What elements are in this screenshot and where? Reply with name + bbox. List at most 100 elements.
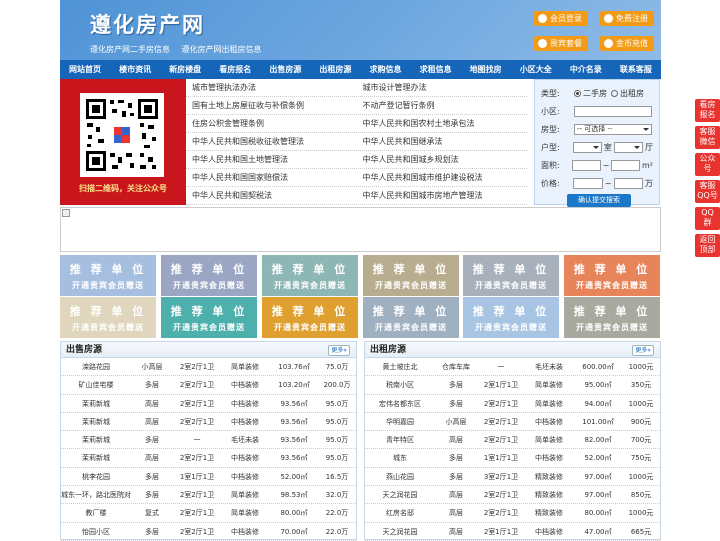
listing-community[interactable]: 茉莉新城 [61,449,131,466]
policy-link[interactable]: 城市管理执法办法 [186,79,357,96]
sidebar-official-account[interactable]: 公众号 [695,153,720,176]
subtitle-link-sale[interactable]: 遵化房产网二手房信息 [90,45,170,54]
listing-community[interactable]: 茉莉新城 [61,413,131,430]
table-row[interactable]: 燕山花园 多层 3室2厅1卫 精致装修 97.00㎡ 1000元 [365,468,660,487]
listing-community[interactable]: 红房名邸 [365,504,435,521]
listing-community[interactable]: 城东 [365,449,435,466]
table-row[interactable]: 城东 多层 1室1厅1卫 中档装修 52.00㎡ 750元 [365,449,660,468]
nav-agents[interactable]: 中介名录 [561,60,611,79]
nav-map[interactable]: 地图找房 [461,60,511,79]
policy-link[interactable]: 中华人民共和国税收征收管理法 [186,133,357,150]
policy-link[interactable]: 城市设计管理办法 [357,79,528,96]
ad-banner[interactable] [60,207,661,252]
table-row[interactable]: 天之润花园 高层 2室1厅1卫 中档装修 47.00㎡ 665元 [365,523,660,541]
sidebar-viewing-signup[interactable]: 看房 报名 [695,99,720,122]
site-logo[interactable]: 遵化房产网 [90,9,205,39]
policy-link[interactable]: 中华人民共和国城乡规划法 [357,151,528,168]
ad-slot[interactable]: 推 荐 单 位开通贵宾会员赠送 [564,255,660,296]
nav-contact[interactable]: 联系客服 [611,60,661,79]
table-row[interactable]: 矿山佳宅楼 多层 2室2厅1卫 中档装修 103.20㎡ 200.0万 [61,376,356,395]
table-row[interactable]: 怡园小区 多层 2室2厅1卫 中档装修 70.00㎡ 22.0万 [61,523,356,541]
listing-community[interactable]: 桃李花园 [61,468,131,485]
vip-package-button[interactable]: 贵宾套餐 [534,36,588,51]
ad-slot[interactable]: 推 荐 单 位开通贵宾会员赠送 [463,297,559,338]
listing-community[interactable]: 天之润花园 [365,523,435,540]
table-row[interactable]: 城东一环，路北医院对 多层 2室2厅1卫 简单装修 98.53㎡ 32.0万 [61,486,356,505]
policy-link[interactable]: 中华人民共和国城市维护建设税法 [357,169,528,186]
ad-slot[interactable]: 推 荐 单 位开通贵宾会员赠送 [60,255,156,296]
policy-link[interactable]: 国有土地上房屋征收与补偿条例 [186,97,357,114]
listing-community[interactable]: 茉莉新城 [61,395,131,412]
policy-link[interactable]: 中华人民共和国继承法 [357,133,528,150]
table-row[interactable]: 茉莉新城 多层 一 毛坯未装 93.56㎡ 95.0万 [61,431,356,450]
sidebar-service-qq[interactable]: 客服 QQ号 [695,180,720,203]
ad-slot[interactable]: 推 荐 单 位开通贵宾会员赠送 [262,255,358,296]
register-button[interactable]: 免费注册 [600,11,654,26]
radio-rental[interactable] [611,89,618,97]
table-row[interactable]: 桃李花园 多层 1室1厅1卫 中档装修 52.00㎡ 16.5万 [61,468,356,487]
community-input[interactable] [574,105,652,117]
ad-slot[interactable]: 推 荐 单 位开通贵宾会员赠送 [262,297,358,338]
table-row[interactable]: 税南小区 多层 2室1厅1卫 简单装修 95.00㎡ 350元 [365,376,660,395]
search-submit-button[interactable]: 确认提交搜索 [567,194,631,207]
area-max-input[interactable] [611,159,640,171]
policy-link[interactable]: 中华人民共和国国家赔偿法 [186,169,357,186]
policy-link[interactable]: 中华人民共和国土地管理法 [186,151,357,168]
nav-viewing-signup[interactable]: 看房报名 [210,60,260,79]
listing-community[interactable]: 教厂楼 [61,504,131,521]
policy-link[interactable]: 住房公积金管理条例 [186,115,357,132]
listing-community[interactable]: 滦路花园 [61,358,131,375]
table-row[interactable]: 青年特区 高层 2室2厅1卫 简单装修 82.00㎡ 700元 [365,431,660,450]
ad-slot[interactable]: 推 荐 单 位开通贵宾会员赠送 [363,297,459,338]
listing-community[interactable]: 华明嘉园 [365,413,435,430]
member-login-button[interactable]: 会员登录 [534,11,588,26]
rent-more-link[interactable]: 更多» [632,345,654,356]
hall-select[interactable] [613,141,643,153]
ad-slot[interactable]: 推 荐 单 位开通贵宾会员赠送 [161,297,257,338]
policy-link[interactable]: 中华人民共和国城市房地产管理法 [357,187,528,204]
nav-communities[interactable]: 小区大全 [511,60,561,79]
table-row[interactable]: 教厂楼 复式 2室2厅1卫 简单装修 80.00㎡ 22.0万 [61,504,356,523]
nav-news[interactable]: 楼市资讯 [110,60,160,79]
listing-community[interactable]: 怡园小区 [61,523,131,540]
listing-community[interactable]: 城东一环，路北医院对 [61,486,131,503]
nav-for-sale[interactable]: 出售房源 [260,60,310,79]
ad-slot[interactable]: 推 荐 单 位开通贵宾会员赠送 [463,255,559,296]
listing-community[interactable]: 茉莉新城 [61,431,131,448]
subtitle-link-rent[interactable]: 遵化房产网出租房信息 [182,45,262,54]
listing-community[interactable]: 天之润花园 [365,486,435,503]
table-row[interactable]: 红房名邸 高层 2室2厅1卫 精致装修 80.00㎡ 1000元 [365,504,660,523]
price-min-input[interactable] [573,177,603,189]
house-type-select[interactable]: -- 可选择 -- [574,123,652,135]
table-row[interactable]: 华明嘉园 小高层 2室2厅1卫 中档装修 101.00㎡ 900元 [365,413,660,432]
nav-want-rent[interactable]: 求租信息 [411,60,461,79]
listing-community[interactable]: 税南小区 [365,376,435,393]
listing-community[interactable]: 燕山花园 [365,468,435,485]
table-row[interactable]: 茉莉新城 高层 2室2厅1卫 中档装修 93.56㎡ 95.0万 [61,449,356,468]
recharge-button[interactable]: 金币充值 [600,36,654,51]
sidebar-qq-group[interactable]: QQ 群 [695,207,720,230]
sidebar-back-to-top[interactable]: 返回 顶部 [695,234,720,257]
listing-community[interactable]: 矿山佳宅楼 [61,376,131,393]
table-row[interactable]: 茉莉新城 高层 2室2厅1卫 中档装修 93.56㎡ 95.0万 [61,413,356,432]
ad-slot[interactable]: 推 荐 单 位开通贵宾会员赠送 [161,255,257,296]
table-row[interactable]: 天之润花园 高层 2室2厅1卫 精致装修 97.00㎡ 850元 [365,486,660,505]
policy-link[interactable]: 不动产登记暂行条例 [357,97,528,114]
policy-link[interactable]: 中华人民共和国契税法 [186,187,357,204]
ad-slot[interactable]: 推 荐 单 位开通贵宾会员赠送 [60,297,156,338]
ad-slot[interactable]: 推 荐 单 位开通贵宾会员赠送 [363,255,459,296]
nav-for-rent[interactable]: 出租房源 [310,60,360,79]
sidebar-service-wechat[interactable]: 客服 微信 [695,126,720,149]
listing-community[interactable]: 青年特区 [365,431,435,448]
policy-link[interactable]: 中华人民共和国农村土地承包法 [357,115,528,132]
nav-new-homes[interactable]: 新房楼盘 [160,60,210,79]
area-min-input[interactable] [572,159,601,171]
nav-want-buy[interactable]: 求购信息 [360,60,410,79]
ad-slot[interactable]: 推 荐 单 位开通贵宾会员赠送 [564,297,660,338]
room-select[interactable] [572,141,602,153]
table-row[interactable]: 黄土坡庄北 仓库车库 一 毛坯未装 600.00㎡ 1000元 [365,358,660,377]
price-max-input[interactable] [613,177,644,189]
table-row[interactable]: 滦路花园 小高层 2室2厅1卫 简单装修 103.76㎡ 75.0万 [61,358,356,377]
table-row[interactable]: 茉莉新城 高层 2室2厅1卫 中档装修 93.56㎡ 95.0万 [61,395,356,413]
radio-second-hand[interactable] [574,89,581,97]
